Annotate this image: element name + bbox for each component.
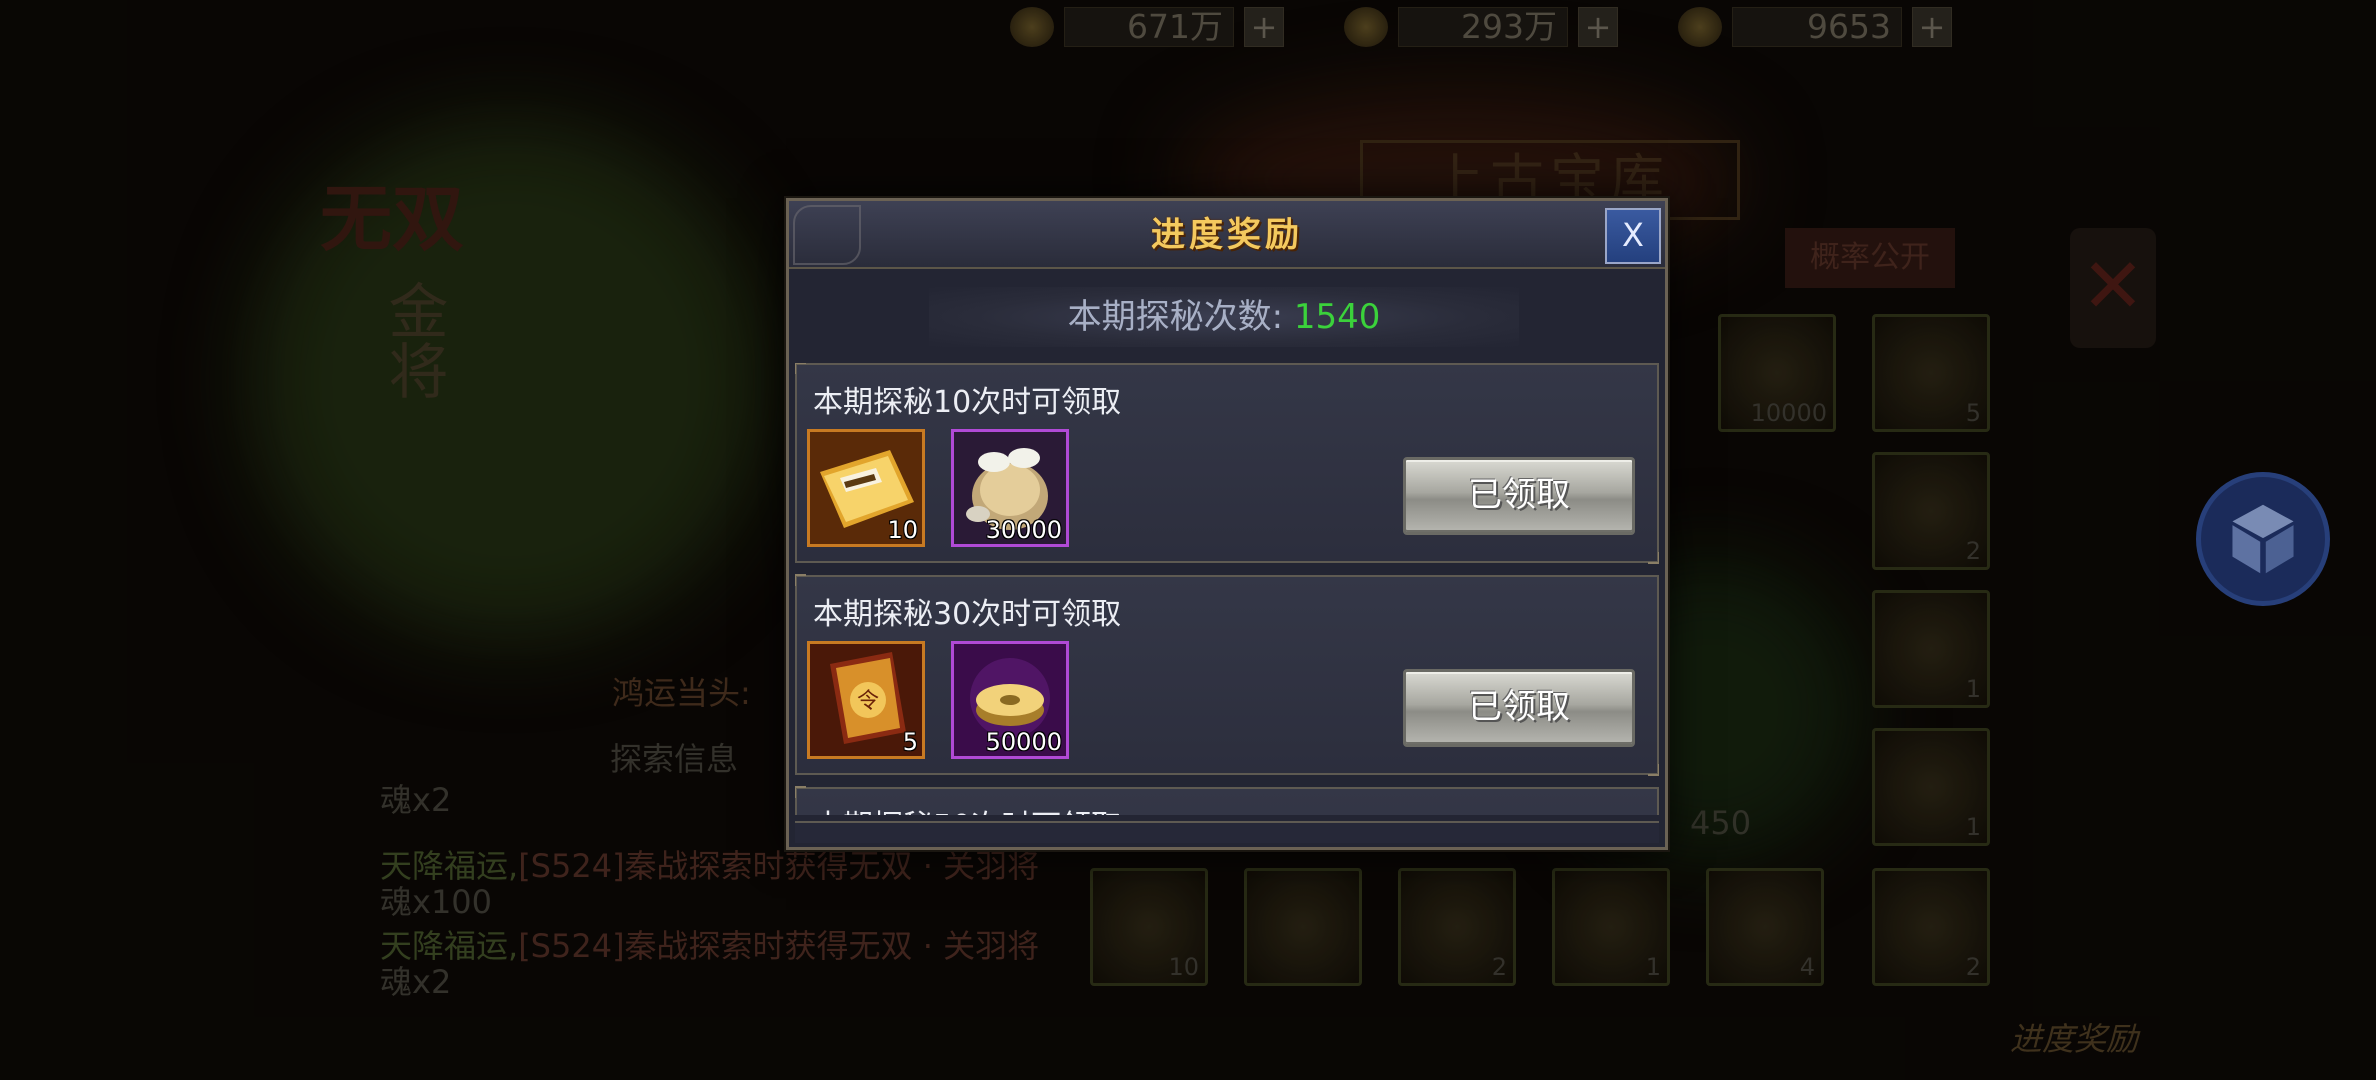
reward-list[interactable]: 本期探秘10次时可领取 10 30000 已领取 本期探秘30次时可领取 令 5… bbox=[795, 363, 1659, 815]
reward-row-title: 本期探秘10次时可领取 bbox=[813, 385, 1122, 420]
reward-row-title: 本期探秘50次时可领取 bbox=[813, 801, 1121, 815]
reward-item[interactable]: 30000 bbox=[951, 429, 1069, 547]
progress-reward-dialog: 进度奖励 X 本期探秘次数: 1540 本期探秘10次时可领取 10 30000… bbox=[786, 198, 1668, 850]
dialog-title: 进度奖励 bbox=[1151, 215, 1303, 255]
reward-row: 本期探秘10次时可领取 10 30000 已领取 bbox=[795, 363, 1659, 564]
reward-row: 本期探秘50次时可领取 bbox=[795, 786, 1659, 815]
claimed-button[interactable]: 已领取 bbox=[1403, 669, 1635, 747]
item-quantity: 30000 bbox=[985, 516, 1062, 544]
svg-text:令: 令 bbox=[857, 689, 879, 714]
item-quantity: 10 bbox=[887, 516, 918, 544]
game-screen: 671万 + 293万 + 9653 + 无双 金将 上古宝库 概率公开 ✕ 鸿… bbox=[0, 0, 2376, 1080]
claimed-button[interactable]: 已领取 bbox=[1403, 457, 1635, 535]
explore-count-bar: 本期探秘次数: 1540 bbox=[929, 287, 1519, 347]
reward-item[interactable]: 50000 bbox=[951, 641, 1069, 759]
reward-row: 本期探秘30次时可领取 令 5 50000 已领取 bbox=[795, 574, 1659, 776]
reward-item[interactable]: 10 bbox=[807, 429, 925, 547]
dialog-footer bbox=[795, 821, 1659, 843]
reward-row-title: 本期探秘30次时可领取 bbox=[813, 597, 1122, 632]
reward-item[interactable]: 令 5 bbox=[807, 641, 925, 759]
count-label: 本期探秘次数: bbox=[1067, 297, 1294, 337]
item-quantity: 5 bbox=[902, 728, 918, 756]
count-value: 1540 bbox=[1293, 297, 1381, 337]
item-quantity: 50000 bbox=[985, 728, 1062, 756]
close-button[interactable]: X bbox=[1605, 208, 1661, 264]
dialog-header: 进度奖励 X bbox=[789, 201, 1665, 269]
